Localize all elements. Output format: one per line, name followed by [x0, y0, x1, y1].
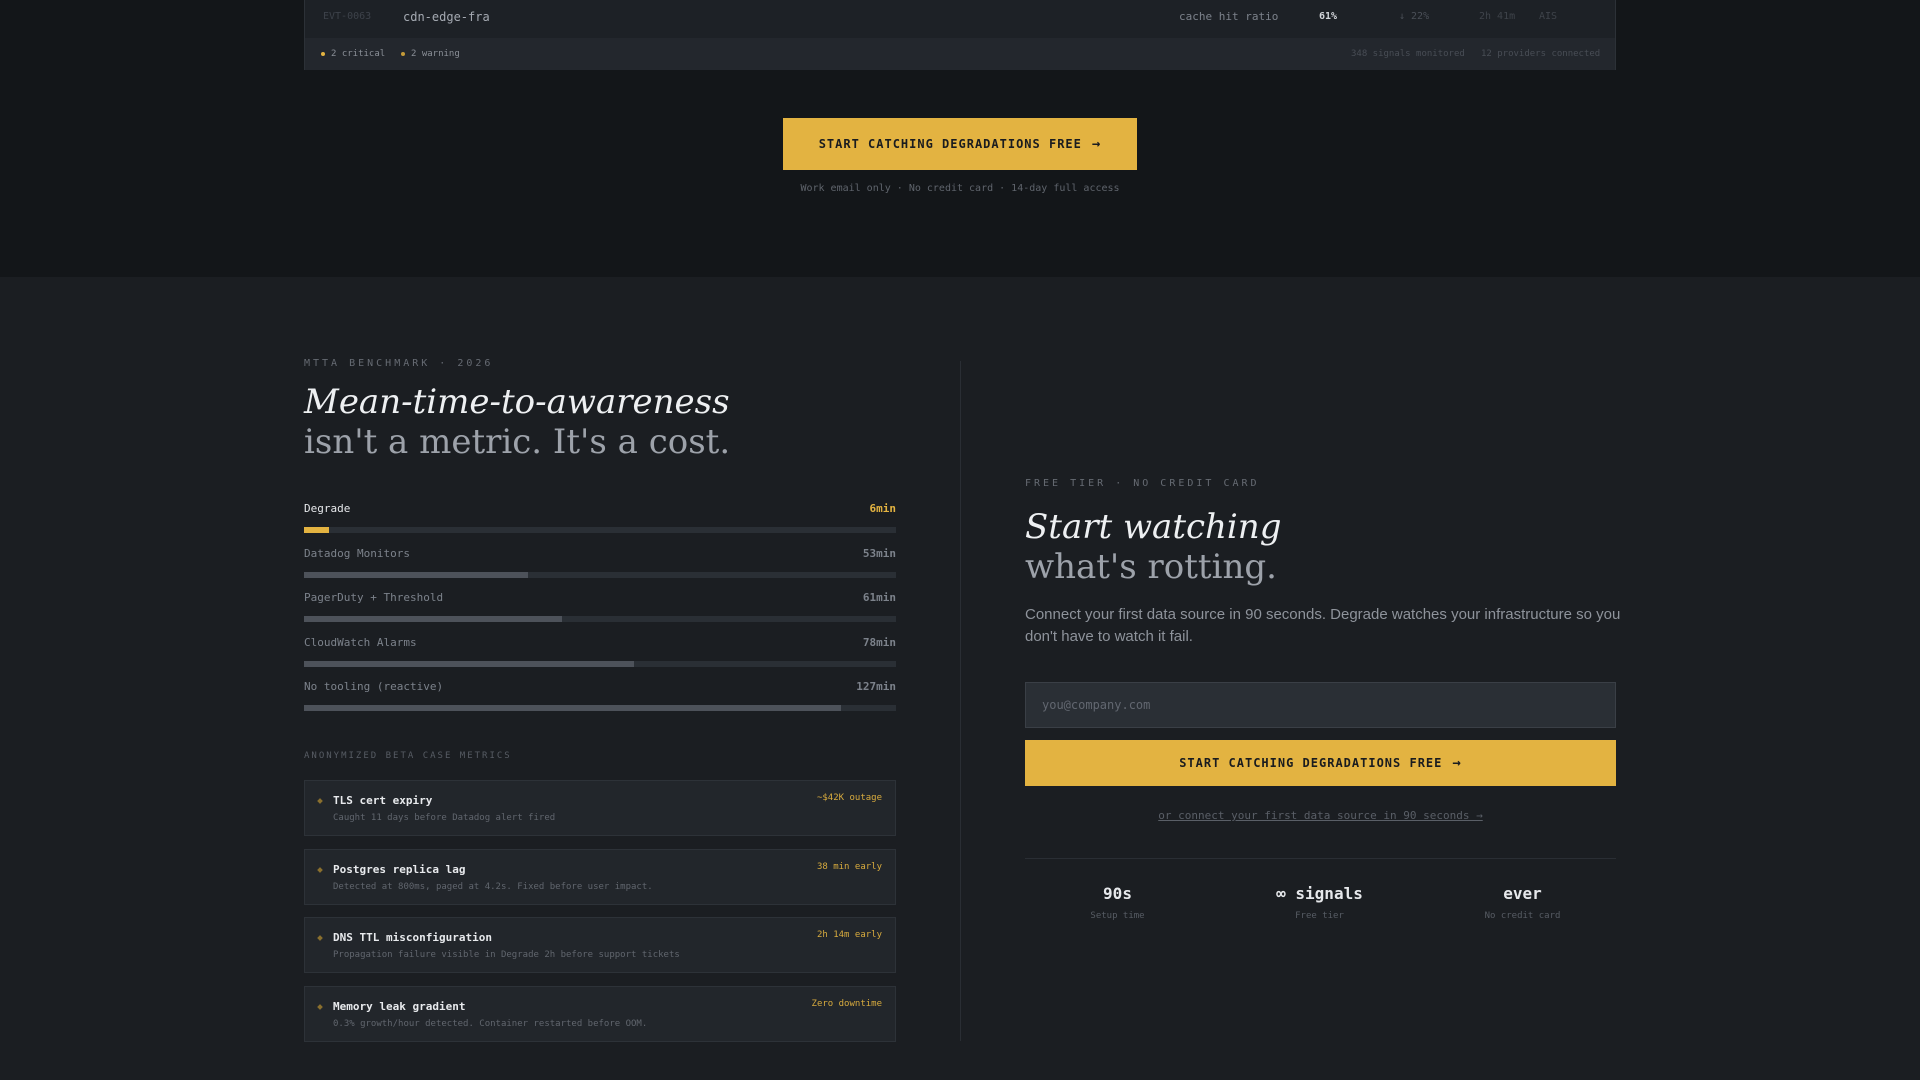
stat-value: ∞ signals	[1276, 884, 1363, 903]
stat-value: ever	[1503, 884, 1542, 903]
event-row[interactable]: EVT-0063 cdn-edge-fra cache hit ratio 61…	[305, 0, 1615, 36]
benchmark-label: No tooling (reactive)	[304, 680, 444, 693]
benchmark-track	[304, 660, 896, 667]
stat-label: Setup time	[1090, 911, 1145, 921]
benchmark-value: 78min	[862, 635, 896, 649]
benchmark-bar	[304, 660, 634, 667]
signals-monitored: 348 signals monitored	[1351, 49, 1465, 59]
arrow-right-icon: →	[1452, 755, 1462, 771]
hero-cta-label: START CATCHING DEGRADATIONS FREE	[818, 137, 1082, 151]
signup-cta-label: START CATCHING DEGRADATIONS FREE	[1179, 756, 1443, 770]
event-id: EVT-0063	[323, 11, 372, 22]
stat-label: Free tier	[1295, 911, 1344, 921]
benchmark-row: PagerDuty + Threshold 61min	[304, 591, 896, 636]
case-badge: Zero downtime	[811, 999, 882, 1009]
case-title: DNS TTL misconfiguration	[333, 931, 492, 944]
event-delta: ↓ 22%	[1399, 11, 1430, 22]
providers-connected: 12 providers connected	[1481, 49, 1601, 59]
case-card: Memory leak gradient 0.3% growth/hour det…	[304, 986, 896, 1042]
benchmark-track	[304, 527, 896, 533]
signup-headline: Start watching	[1025, 507, 1282, 547]
event-value: 61%	[1319, 11, 1338, 22]
case-card: TLS cert expiry Caught 11 days before Dat…	[304, 780, 896, 836]
benchmark-label: Datadog Monitors	[304, 546, 410, 560]
benchmark-row: No tooling (reactive) 127min	[304, 680, 896, 725]
hero-cta-subtext: Work email only · No credit card · 14-da…	[800, 183, 1120, 194]
warning-count: 2 warning	[401, 49, 460, 59]
diamond-icon	[317, 935, 323, 941]
case-badge: 2h 14m early	[816, 930, 882, 940]
benchmark-bar	[304, 705, 842, 711]
diamond-icon	[317, 798, 323, 804]
warning-dot-icon	[401, 51, 405, 56]
case-description: Caught 11 days before Datadog alert fire…	[333, 813, 556, 823]
hero-cta-button[interactable]: START CATCHING DEGRADATIONS FREE →	[783, 118, 1137, 170]
benchmark-bar	[304, 616, 562, 622]
benchmark-headline: Mean-time-to-awareness	[304, 382, 730, 422]
email-input[interactable]	[1025, 682, 1616, 728]
critical-dot-icon	[321, 51, 325, 56]
critical-count: 2 critical	[321, 49, 385, 59]
benchmark-bar	[304, 527, 330, 533]
benchmark-row: CloudWatch Alarms 78min	[304, 636, 896, 681]
benchmark-subheadline: isn't a metric. It's a cost.	[304, 422, 731, 462]
stat-setup-time: 90s Setup time	[1019, 884, 1216, 921]
column-divider	[960, 361, 961, 1041]
benchmark-chart: Degrade 6min Datadog Monitors 53min PagerDut…	[304, 502, 896, 725]
case-title: Postgres replica lag	[333, 863, 466, 876]
cases-eyebrow: ANONYMIZED BETA CASE METRICS	[304, 751, 512, 761]
case-badge: ~$42K outage	[816, 793, 882, 803]
stat-no-credit-card: ever No credit card	[1424, 884, 1621, 921]
benchmark-value: 6min	[869, 502, 897, 515]
signup-subheadline: what's rotting.	[1025, 547, 1277, 587]
benchmark-eyebrow: MTTA BENCHMARK · 2026	[304, 358, 494, 369]
case-card: Postgres replica lag Detected at 800ms, p…	[304, 849, 896, 905]
diamond-icon	[317, 867, 323, 873]
stat-free-tier: ∞ signals Free tier	[1221, 884, 1418, 921]
event-metric: cache hit ratio	[1179, 10, 1279, 23]
signup-eyebrow: FREE TIER · NO CREDIT CARD	[1025, 478, 1260, 489]
benchmark-value: 61min	[862, 591, 896, 604]
stats-divider	[1025, 858, 1616, 859]
benchmark-value: 53min	[862, 546, 896, 560]
case-title: Memory leak gradient	[333, 1000, 466, 1013]
benchmark-bar	[304, 571, 529, 578]
benchmark-row: Datadog Monitors 53min	[304, 547, 896, 592]
case-description: 0.3% growth/hour detected. Container res…	[333, 1019, 648, 1029]
benchmark-track	[304, 705, 896, 711]
benchmark-track	[304, 616, 896, 622]
benchmark-value: 127min	[856, 680, 896, 693]
event-duration: 2h 41m	[1479, 11, 1516, 22]
connect-source-link[interactable]: or connect your first data source in 90 …	[1025, 809, 1616, 822]
signup-lead: Connect your first data source in 90 sec…	[1025, 606, 1621, 645]
stat-value: 90s	[1103, 884, 1132, 903]
diamond-icon	[317, 1004, 323, 1010]
signup-cta-button[interactable]: START CATCHING DEGRADATIONS FREE →	[1025, 740, 1616, 786]
case-description: Propagation failure visible in Degrade 2…	[333, 950, 680, 960]
case-badge: 38 min early	[816, 862, 882, 872]
benchmark-label: PagerDuty + Threshold	[304, 591, 444, 604]
benchmark-track	[304, 571, 896, 578]
arrow-right-icon: →	[1091, 136, 1102, 152]
event-tag: AIS	[1539, 11, 1558, 22]
benchmark-label: CloudWatch Alarms	[304, 635, 417, 649]
stat-label: No credit card	[1484, 911, 1561, 921]
case-card: DNS TTL misconfiguration Propagation fail…	[304, 917, 896, 973]
case-description: Detected at 800ms, paged at 4.2s. Fixed …	[333, 882, 653, 892]
benchmark-label: Degrade	[304, 502, 351, 515]
case-title: TLS cert expiry	[333, 794, 433, 807]
event-service: cdn-edge-fra	[403, 10, 490, 24]
event-panel: EVT-0063 cdn-edge-fra cache hit ratio 61…	[304, 0, 1616, 70]
event-panel-footer: 2 critical 2 warning 348 signals monitor…	[305, 38, 1615, 70]
benchmark-row: Degrade 6min	[304, 502, 896, 547]
